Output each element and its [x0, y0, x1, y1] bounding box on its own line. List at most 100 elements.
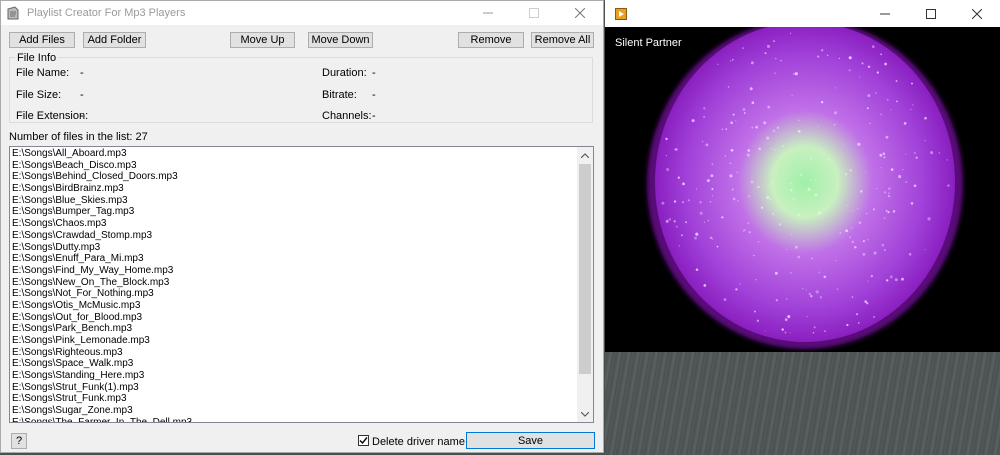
list-item[interactable]: E:\Songs\Beach_Disco.mp3 — [12, 160, 575, 172]
list-item[interactable]: E:\Songs\All_Aboard.mp3 — [12, 148, 575, 160]
list-item[interactable]: E:\Songs\Otis_McMusic.mp3 — [12, 300, 575, 312]
sparkle — [705, 143, 709, 147]
minimize-button[interactable] — [465, 1, 511, 25]
sparkle — [912, 104, 914, 106]
sparkle — [661, 201, 665, 205]
list-item[interactable]: E:\Songs\Bumper_Tag.mp3 — [12, 206, 575, 218]
sparkle — [764, 141, 766, 143]
sparkle — [869, 122, 871, 125]
sparkle — [860, 190, 863, 193]
sparkle — [927, 217, 931, 221]
sparkle — [883, 191, 887, 194]
sparkle — [771, 148, 773, 150]
move-up-button[interactable]: Move Up — [230, 32, 295, 48]
list-item[interactable]: E:\Songs\New_On_The_Block.mp3 — [12, 277, 575, 289]
save-button[interactable]: Save — [466, 432, 595, 449]
close-button[interactable] — [557, 1, 603, 25]
sparkle — [695, 232, 699, 236]
sparkle — [910, 202, 914, 205]
list-item[interactable]: E:\Songs\Righteous.mp3 — [12, 347, 575, 359]
sparkle — [844, 172, 848, 176]
sparkle — [757, 185, 760, 188]
player-minimize-button[interactable] — [862, 2, 908, 26]
sparkle — [766, 44, 771, 48]
sparkle — [930, 151, 934, 155]
maximize-button[interactable] — [511, 1, 557, 25]
player-title-bar[interactable] — [605, 0, 1000, 27]
sparkle — [875, 187, 878, 190]
sparkle — [757, 240, 760, 243]
sparkle — [775, 299, 778, 302]
sparkle — [848, 69, 851, 72]
list-item[interactable]: E:\Songs\The_Farmer_In_The_Dell.mp3 — [12, 417, 575, 422]
list-item[interactable]: E:\Songs\Strut_Funk(1).mp3 — [12, 382, 575, 394]
sparkle — [695, 268, 699, 271]
help-button[interactable]: ? — [11, 433, 27, 449]
sparkle — [785, 248, 787, 250]
scroll-down-arrow[interactable] — [577, 406, 593, 422]
vertical-scrollbar[interactable] — [577, 147, 593, 422]
sparkle — [742, 107, 746, 111]
app-icon — [7, 6, 19, 20]
list-item[interactable]: E:\Songs\Behind_Closed_Doors.mp3 — [12, 171, 575, 183]
scroll-thumb[interactable] — [579, 164, 591, 374]
remove-all-button[interactable]: Remove All — [531, 32, 594, 48]
sparkle — [886, 279, 889, 282]
file-list[interactable]: E:\Songs\All_Aboard.mp3 E:\Songs\Beach_Di… — [9, 146, 594, 423]
sparkle — [717, 63, 719, 65]
list-item[interactable]: E:\Songs\Park_Bench.mp3 — [12, 323, 575, 335]
sparkle — [823, 275, 827, 279]
play-icon — [619, 10, 624, 17]
list-item[interactable]: E:\Songs\Chaos.mp3 — [12, 218, 575, 230]
file-count: Number of files in the list: 27 — [9, 131, 148, 143]
list-item[interactable]: E:\Songs\Dutty.mp3 — [12, 242, 575, 254]
sparkle — [903, 122, 907, 125]
sparkle — [797, 255, 801, 259]
sparkle — [682, 201, 684, 203]
sparkle — [764, 330, 766, 332]
list-item[interactable]: E:\Songs\Out_for_Blood.mp3 — [12, 312, 575, 324]
sparkle — [666, 167, 670, 172]
sparkle — [699, 201, 702, 204]
list-item[interactable]: E:\Songs\Enuff_Para_Mi.mp3 — [12, 253, 575, 265]
sparkle — [729, 60, 732, 62]
list-item[interactable]: E:\Songs\Not_For_Nothing.mp3 — [12, 288, 575, 300]
sparkle — [707, 219, 709, 222]
sparkle — [790, 32, 792, 34]
sparkle — [857, 142, 861, 146]
close-icon — [972, 8, 982, 19]
sparkle — [732, 113, 735, 116]
list-item[interactable]: E:\Songs\Pink_Lemonade.mp3 — [12, 335, 575, 347]
scroll-up-arrow[interactable] — [577, 147, 593, 163]
player-maximize-button[interactable] — [908, 2, 954, 26]
list-item[interactable]: E:\Songs\Find_My_Way_Home.mp3 — [12, 265, 575, 277]
title-bar[interactable]: Playlist Creator For Mp3 Players — [1, 1, 603, 25]
remove-button[interactable]: Remove — [458, 32, 524, 48]
sparkle — [766, 136, 770, 140]
list-item[interactable]: E:\Songs\Standing_Here.mp3 — [12, 370, 575, 382]
list-item[interactable]: E:\Songs\Blue_Skies.mp3 — [12, 195, 575, 207]
list-item[interactable]: E:\Songs\Sugar_Zone.mp3 — [12, 405, 575, 417]
list-item[interactable]: E:\Songs\BirdBrainz.mp3 — [12, 183, 575, 195]
player-close-button[interactable] — [954, 2, 1000, 26]
sparkle — [911, 82, 913, 85]
desktop-background — [605, 352, 1000, 455]
move-down-button[interactable]: Move Down — [308, 32, 373, 48]
sparkle — [739, 283, 741, 285]
sparkle — [883, 249, 886, 252]
list-item[interactable]: E:\Songs\Space_Walk.mp3 — [12, 358, 575, 370]
list-item[interactable]: E:\Songs\Crawdad_Stomp.mp3 — [12, 230, 575, 242]
sparkle — [748, 195, 751, 198]
list-item[interactable]: E:\Songs\Strut_Funk.mp3 — [12, 393, 575, 405]
add-folder-button[interactable]: Add Folder — [83, 32, 146, 48]
sparkle — [749, 87, 753, 91]
delete-driver-checkbox[interactable] — [358, 435, 369, 446]
sparkle — [781, 328, 784, 331]
delete-driver-label[interactable]: Delete driver name — [372, 436, 465, 448]
sparkle — [905, 153, 907, 155]
add-files-button[interactable]: Add Files — [9, 32, 75, 48]
sparkle — [711, 163, 713, 165]
visualization-canvas — [605, 27, 1000, 352]
sparkle — [851, 240, 855, 244]
sparkle — [791, 94, 793, 96]
